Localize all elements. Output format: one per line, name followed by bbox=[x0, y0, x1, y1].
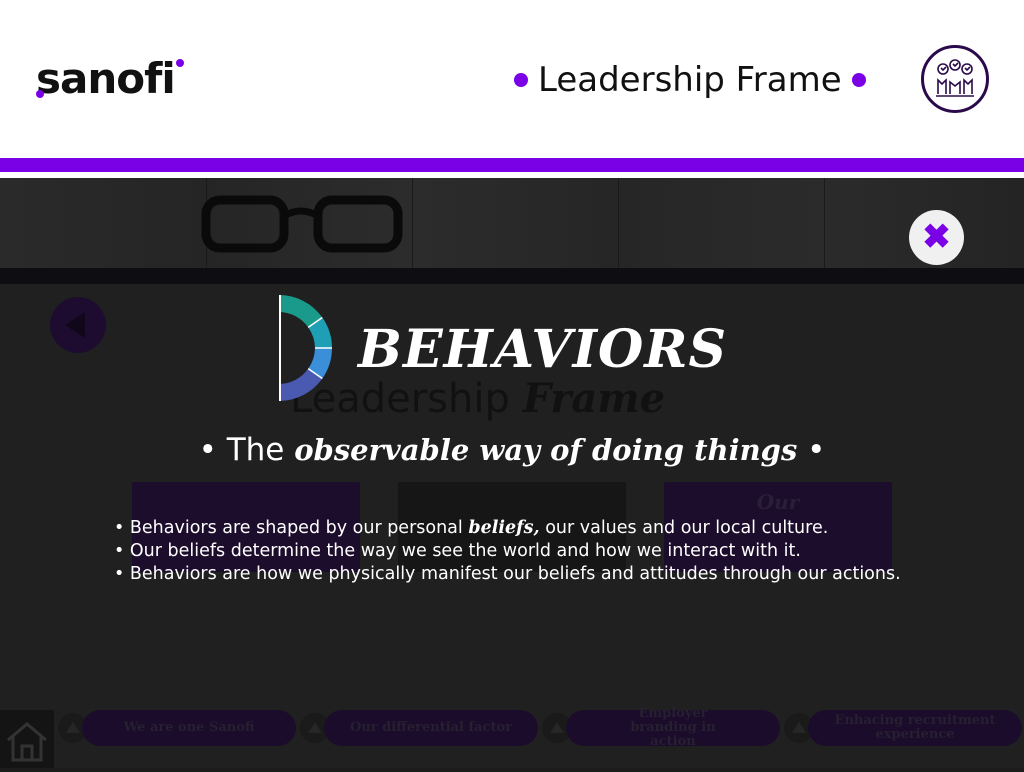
sanofi-logo: sanofi bbox=[36, 54, 176, 103]
bullet-item: • Behaviors are how we physically manife… bbox=[114, 564, 901, 584]
bullet1-emphasis: beliefs, bbox=[468, 518, 540, 538]
logo-dot bbox=[36, 90, 44, 98]
up-arrow-icon bbox=[792, 722, 806, 733]
top-header: sanofi Leadership Frame bbox=[0, 0, 1024, 158]
bullet1-text-end: our values and our local culture. bbox=[539, 518, 829, 538]
up-arrow-icon bbox=[550, 722, 564, 733]
photo bbox=[412, 178, 619, 268]
bg-leadership-frame: Leadership Frame bbox=[290, 375, 665, 422]
bullet-list: • Behaviors are shaped by our personal b… bbox=[114, 517, 934, 586]
nav-employer-branding[interactable]: Employer branding in action bbox=[566, 707, 780, 749]
title-dot-left bbox=[514, 73, 528, 87]
subtitle-prefix: • The bbox=[198, 432, 295, 468]
close-button[interactable]: ✖ bbox=[909, 210, 964, 265]
subtitle-emphasis: observable way of doing things bbox=[294, 433, 798, 467]
overlay-subtitle: • The observable way of doing things • bbox=[0, 428, 1024, 472]
photo bbox=[618, 178, 825, 268]
nav-recruitment-experience[interactable]: Enhacing recruitment experience bbox=[808, 710, 1022, 746]
bullet1-text: • Behaviors are shaped by our personal bbox=[114, 518, 469, 538]
home-icon bbox=[7, 722, 47, 762]
nav-our-differential-factor[interactable]: Our differential factor bbox=[324, 710, 538, 746]
back-arrow-icon bbox=[65, 312, 85, 338]
dark-band bbox=[0, 268, 1024, 284]
behaviors-emblem-icon bbox=[279, 295, 332, 401]
bullet-item: • Our beliefs determine the way we see t… bbox=[114, 541, 801, 561]
accent-bar bbox=[0, 158, 1024, 172]
bg-frame-text: Frame bbox=[522, 375, 666, 422]
bullet-item: • Behaviors are shaped by our personal b… bbox=[114, 517, 934, 540]
nav-we-are-one-sanofi[interactable]: We are one Sanofi bbox=[82, 710, 296, 746]
glasses-photo bbox=[201, 195, 403, 253]
people-voting-icon[interactable] bbox=[921, 45, 989, 113]
subtitle-suffix: • bbox=[797, 432, 826, 468]
home-button[interactable] bbox=[0, 710, 54, 768]
header-title: Leadership Frame bbox=[514, 58, 866, 102]
logo-i-dot bbox=[176, 59, 184, 67]
up-arrow-icon bbox=[66, 722, 80, 733]
close-x-icon: ✖ bbox=[922, 218, 951, 256]
overlay-title: BEHAVIORS bbox=[358, 319, 728, 380]
header-title-text: Leadership Frame bbox=[538, 60, 842, 100]
back-button[interactable] bbox=[50, 297, 106, 353]
photo-strip bbox=[0, 178, 1024, 268]
title-dot-right bbox=[851, 73, 866, 87]
bg-card-text: Our bbox=[756, 490, 800, 514]
up-arrow-icon bbox=[308, 722, 322, 733]
photo bbox=[0, 178, 207, 268]
